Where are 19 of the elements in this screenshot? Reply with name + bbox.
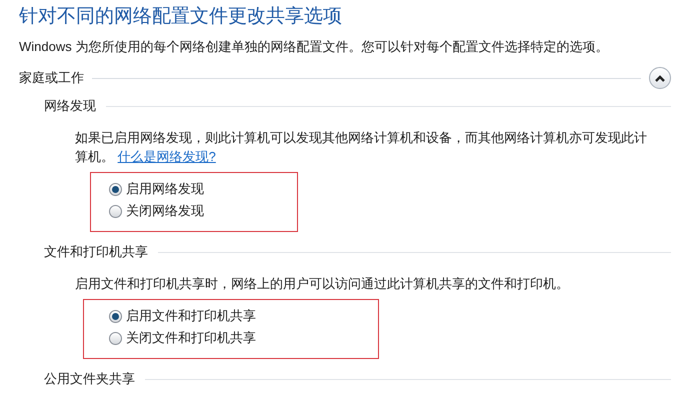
section-header: 家庭或工作 [19, 69, 84, 88]
subsection-header: 公用文件夹共享 [44, 370, 135, 388]
collapse-button[interactable] [649, 67, 671, 89]
radio-button[interactable] [109, 182, 122, 196]
help-link[interactable]: 什么是网络发现? [118, 149, 216, 164]
description-paragraph: 启用文件和打印机共享时，网络上的用户可以访问通过此计算机共享的文件和打印机。 [75, 275, 570, 293]
subsection-header: 网络发现 [44, 97, 96, 116]
subsection-header: 文件和打印机共享 [44, 243, 148, 262]
description-paragraph: 如果已启用网络发现，则此计算机可以发现其他网络计算机和设备，而其他网络计算机亦可发现此计算机。 什么是网络发现? [75, 129, 648, 166]
page-title: 针对不同的网络配置文件更改共享选项 [19, 5, 343, 29]
radio-button[interactable] [109, 204, 122, 218]
chevron-up-icon [654, 74, 666, 82]
radio-label: 启用网络发现 [126, 180, 204, 198]
radio-button[interactable] [109, 332, 122, 344]
radio-label: 关闭文件和打印机共享 [126, 329, 256, 348]
radio-label: 启用文件和打印机共享 [126, 307, 256, 326]
radio-label: 关闭网络发现 [126, 202, 204, 220]
radio-button[interactable] [109, 310, 122, 322]
description-text: Windows 为您所使用的每个网络创建单独的网络配置文件。您可以针对每个配置文件选择特定的选项。 [19, 38, 610, 56]
